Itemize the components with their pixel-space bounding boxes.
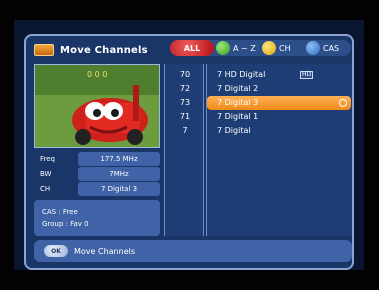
sort-ch-label: CH (279, 43, 291, 53)
ch-label: CH (40, 185, 51, 193)
ok-button[interactable]: OK (44, 245, 68, 257)
bw-row: BW 7MHz (34, 167, 160, 181)
channel-name-list: 7 HD Digital HD 7 Digital 2 7 Digital 3 … (206, 64, 352, 236)
channel-item-selected[interactable]: 7 Digital 3 (207, 96, 351, 110)
green-key-icon (216, 41, 230, 55)
channel-name: 7 Digital 3 (217, 98, 259, 107)
freq-row: Freq 177.5 MHz (34, 152, 160, 166)
channel-name: 7 HD Digital (217, 70, 266, 79)
channel-item[interactable]: 7 Digital (207, 124, 351, 138)
yellow-key-icon (262, 41, 276, 55)
channel-name: 7 Digital 1 (217, 112, 259, 121)
ch-value: 7 Digital 3 (78, 182, 160, 196)
move-cursor-icon (339, 99, 347, 107)
ch-row: CH 7 Digital 3 (34, 182, 160, 196)
channel-name: 7 Digital (217, 126, 251, 135)
bw-label: BW (40, 170, 52, 178)
help-bar: OK Move Channels (34, 240, 352, 262)
channel-number[interactable]: 7 (165, 124, 205, 138)
channel-number[interactable]: 73 (165, 96, 205, 110)
menu-icon (34, 44, 54, 56)
help-text: Move Channels (74, 246, 136, 256)
bw-value: 7MHz (78, 167, 160, 181)
channel-name: 7 Digital 2 (217, 84, 259, 93)
sort-cas-label: CAS (323, 43, 340, 53)
sort-az-button[interactable]: A ~ Z (216, 40, 256, 56)
channel-info: Freq 177.5 MHz BW 7MHz CH 7 Digital 3 (34, 152, 160, 196)
channel-preview: 0 0 0 (34, 64, 160, 148)
freq-value: 177.5 MHz (78, 152, 160, 166)
hd-icon: HD (300, 71, 314, 79)
window-header: Move Channels (34, 40, 148, 60)
channel-item[interactable]: 7 HD Digital HD (207, 68, 351, 82)
channel-number[interactable]: 72 (165, 82, 205, 96)
sort-all-button[interactable]: ALL (170, 40, 214, 56)
sort-az-label: A ~ Z (233, 43, 256, 53)
cas-text: CAS : Free (42, 208, 78, 216)
channel-item[interactable]: 7 Digital 2 (207, 82, 351, 96)
svg-text:0 0 0: 0 0 0 (87, 70, 107, 79)
preview-image: 0 0 0 (35, 65, 159, 147)
blue-key-icon (306, 41, 320, 55)
group-text: Group : Fav 0 (42, 220, 89, 228)
channel-number[interactable]: 71 (165, 110, 205, 124)
window-title: Move Channels (60, 44, 148, 56)
sort-bar: ALL A ~ Z CH CAS (170, 40, 351, 56)
freq-label: Freq (40, 155, 55, 163)
sort-ch-button[interactable]: CH (262, 40, 291, 56)
sort-cas-button[interactable]: CAS (306, 40, 339, 56)
channel-item[interactable]: 7 Digital 1 (207, 110, 351, 124)
cas-group-info: CAS : Free Group : Fav 0 (34, 200, 160, 236)
channel-number[interactable]: 70 (165, 68, 205, 82)
channel-number-list: 70 72 73 71 7 (164, 64, 204, 236)
